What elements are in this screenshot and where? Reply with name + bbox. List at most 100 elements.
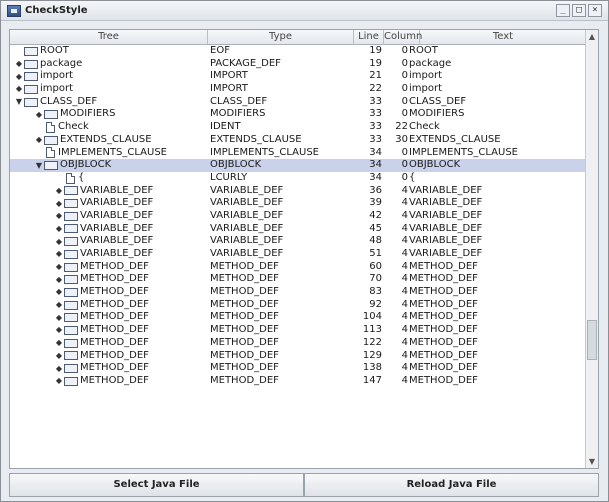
table-row[interactable]: ◆ import IMPORT 21 0 import — [10, 70, 586, 83]
table-row[interactable]: ◆ VARIABLE_DEF VARIABLE_DEF 51 4 VARIABLE_DEF — [10, 248, 586, 261]
tree-cell[interactable]: ◆ package — [10, 58, 208, 71]
table-row[interactable]: ◆ VARIABLE_DEF VARIABLE_DEF 36 4 VARIABLE_DEF — [10, 185, 586, 198]
tree-cell[interactable]: ROOT — [10, 45, 208, 58]
tree-cell[interactable]: IMPLEMENTS_CLAUSE — [10, 147, 208, 160]
tree-cell[interactable]: ◆ METHOD_DEF — [10, 311, 208, 324]
expand-toggle-icon[interactable]: ◆ — [54, 287, 64, 297]
table-row[interactable]: ◆ METHOD_DEF METHOD_DEF 147 4 METHOD_DEF — [10, 375, 586, 388]
column-header-line[interactable]: Line — [354, 30, 384, 45]
table-row[interactable]: IMPLEMENTS_CLAUSE IMPLEMENTS_CLAUSE 34 0 IMP… — [10, 147, 586, 160]
vertical-scrollbar[interactable]: ▲ ▼ — [585, 30, 598, 468]
table-row[interactable]: ◆ VARIABLE_DEF VARIABLE_DEF 39 4 VARIABLE_DEF — [10, 197, 586, 210]
expand-toggle-icon[interactable]: ◆ — [54, 224, 64, 234]
tree-node-label: VARIABLE_DEF — [80, 235, 154, 247]
column-cell: 4 — [401, 248, 408, 259]
scroll-down-arrow-icon[interactable]: ▼ — [586, 455, 598, 468]
text-cell: import — [409, 70, 443, 82]
tree-cell[interactable]: ◆ VARIABLE_DEF — [10, 197, 208, 210]
expand-toggle-icon[interactable]: ◆ — [54, 186, 64, 196]
expand-toggle-icon[interactable]: ◆ — [14, 72, 24, 82]
table-row[interactable]: ◆ VARIABLE_DEF VARIABLE_DEF 42 4 VARIABLE_DEF — [10, 210, 586, 223]
minimize-button[interactable]: _ — [556, 4, 570, 17]
expand-toggle-icon[interactable]: ◆ — [54, 313, 64, 323]
text-cell: VARIABLE_DEF — [409, 197, 483, 209]
expand-toggle-icon[interactable]: ◆ — [54, 262, 64, 272]
table-row[interactable]: ▼ OBJBLOCK OBJBLOCK 34 0 OBJBLOCK — [10, 159, 586, 172]
tree-cell[interactable]: ◆ METHOD_DEF — [10, 337, 208, 350]
tree-cell[interactable]: ◆ MODIFIERS — [10, 108, 208, 121]
expand-toggle-icon[interactable]: ◆ — [54, 364, 64, 374]
table-row[interactable]: ◆ import IMPORT 22 0 import — [10, 83, 586, 96]
expand-toggle-icon[interactable]: ◆ — [54, 237, 64, 247]
tree-node-label: METHOD_DEF — [80, 349, 149, 361]
table-row[interactable]: ROOT EOF 19 0 ROOT — [10, 45, 586, 58]
tree-cell[interactable]: ◆ VARIABLE_DEF — [10, 223, 208, 236]
expand-toggle-icon[interactable]: ◆ — [54, 249, 64, 259]
tree-cell[interactable]: ◆ VARIABLE_DEF — [10, 235, 208, 248]
expand-toggle-icon[interactable]: ◆ — [54, 325, 64, 335]
table-row[interactable]: ◆ METHOD_DEF METHOD_DEF 122 4 METHOD_DEF — [10, 337, 586, 350]
expand-toggle-icon[interactable]: ◆ — [34, 110, 44, 120]
table-row[interactable]: ◆ METHOD_DEF METHOD_DEF 129 4 METHOD_DEF — [10, 350, 586, 363]
tree-cell[interactable]: { — [10, 172, 208, 185]
table-row[interactable]: Check IDENT 33 22 Check — [10, 121, 586, 134]
title-bar[interactable]: CheckStyle _ □ × — [1, 1, 608, 21]
type-cell: VARIABLE_DEF — [210, 222, 284, 234]
expand-toggle-icon[interactable]: ◆ — [14, 84, 24, 94]
expand-toggle-icon[interactable]: ◆ — [54, 199, 64, 209]
tree-cell[interactable]: ◆ VARIABLE_DEF — [10, 210, 208, 223]
table-row[interactable]: ◆ METHOD_DEF METHOD_DEF 104 4 METHOD_DEF — [10, 311, 586, 324]
expand-toggle-icon[interactable]: ◆ — [54, 376, 64, 386]
table-row[interactable]: ◆ METHOD_DEF METHOD_DEF 113 4 METHOD_DEF — [10, 324, 586, 337]
tree-cell[interactable]: ◆ VARIABLE_DEF — [10, 248, 208, 261]
scroll-up-arrow-icon[interactable]: ▲ — [586, 30, 598, 43]
ast-tree-table[interactable]: Tree Type Line Column Text ROOT EOF 19 0 ROO… — [9, 29, 599, 469]
table-row[interactable]: ▼ CLASS_DEF CLASS_DEF 33 0 CLASS_DEF — [10, 96, 586, 109]
tree-cell[interactable]: ▼ OBJBLOCK — [10, 159, 208, 172]
tree-cell[interactable]: ◆ METHOD_DEF — [10, 324, 208, 337]
reload-java-file-button[interactable]: Reload Java File — [304, 473, 599, 497]
tree-cell[interactable]: ◆ import — [10, 70, 208, 83]
expand-toggle-icon[interactable]: ◆ — [14, 59, 24, 69]
tree-cell[interactable]: ▼ CLASS_DEF — [10, 96, 208, 109]
table-row[interactable]: ◆ METHOD_DEF METHOD_DEF 83 4 METHOD_DEF — [10, 286, 586, 299]
tree-cell[interactable]: ◆ METHOD_DEF — [10, 350, 208, 363]
expand-toggle-icon[interactable]: ◆ — [54, 300, 64, 310]
table-row[interactable]: ◆ package PACKAGE_DEF 19 0 package — [10, 58, 586, 71]
expand-toggle-icon[interactable]: ◆ — [34, 135, 44, 145]
tree-cell[interactable]: ◆ EXTENDS_CLAUSE — [10, 134, 208, 147]
tree-cell[interactable]: ◆ VARIABLE_DEF — [10, 185, 208, 198]
expand-toggle-icon[interactable]: ◆ — [54, 351, 64, 361]
expand-toggle-icon[interactable]: ◆ — [54, 275, 64, 285]
column-header-column[interactable]: Column — [384, 30, 422, 45]
tree-cell[interactable]: Check — [10, 121, 208, 134]
tree-cell[interactable]: ◆ METHOD_DEF — [10, 286, 208, 299]
tree-cell[interactable]: ◆ METHOD_DEF — [10, 375, 208, 388]
table-row[interactable]: ◆ METHOD_DEF METHOD_DEF 60 4 METHOD_DEF — [10, 261, 586, 274]
expand-toggle-icon[interactable]: ◆ — [54, 338, 64, 348]
tree-cell[interactable]: ◆ import — [10, 83, 208, 96]
collapse-toggle-icon[interactable]: ▼ — [14, 97, 24, 107]
table-row[interactable]: ◆ VARIABLE_DEF VARIABLE_DEF 48 4 VARIABLE_DEF — [10, 235, 586, 248]
column-header-type[interactable]: Type — [208, 30, 354, 45]
table-row[interactable]: ◆ VARIABLE_DEF VARIABLE_DEF 45 4 VARIABLE_DEF — [10, 223, 586, 236]
select-java-file-button[interactable]: Select Java File — [9, 473, 304, 497]
table-row[interactable]: ◆ METHOD_DEF METHOD_DEF 92 4 METHOD_DEF — [10, 299, 586, 312]
type-cell: VARIABLE_DEF — [210, 235, 284, 247]
collapse-toggle-icon[interactable]: ▼ — [34, 161, 44, 171]
table-row[interactable]: ◆ EXTENDS_CLAUSE EXTENDS_CLAUSE 33 30 EXTENDS… — [10, 134, 586, 147]
maximize-button[interactable]: □ — [572, 4, 586, 17]
column-header-text[interactable]: Text — [420, 30, 586, 45]
table-row[interactable]: ◆ METHOD_DEF METHOD_DEF 138 4 METHOD_DEF — [10, 362, 586, 375]
tree-cell[interactable]: ◆ METHOD_DEF — [10, 273, 208, 286]
scroll-thumb[interactable] — [587, 320, 597, 360]
tree-cell[interactable]: ◆ METHOD_DEF — [10, 261, 208, 274]
tree-cell[interactable]: ◆ METHOD_DEF — [10, 362, 208, 375]
table-row[interactable]: {LCURLY 34 0{ — [10, 172, 586, 185]
expand-toggle-icon[interactable]: ◆ — [54, 211, 64, 221]
table-row[interactable]: ◆ MODIFIERS MODIFIERS 33 0 MODIFIERS — [10, 108, 586, 121]
tree-cell[interactable]: ◆ METHOD_DEF — [10, 299, 208, 312]
table-row[interactable]: ◆ METHOD_DEF METHOD_DEF 70 4 METHOD_DEF — [10, 273, 586, 286]
close-button[interactable]: × — [588, 4, 602, 17]
column-header-tree[interactable]: Tree — [10, 30, 208, 45]
